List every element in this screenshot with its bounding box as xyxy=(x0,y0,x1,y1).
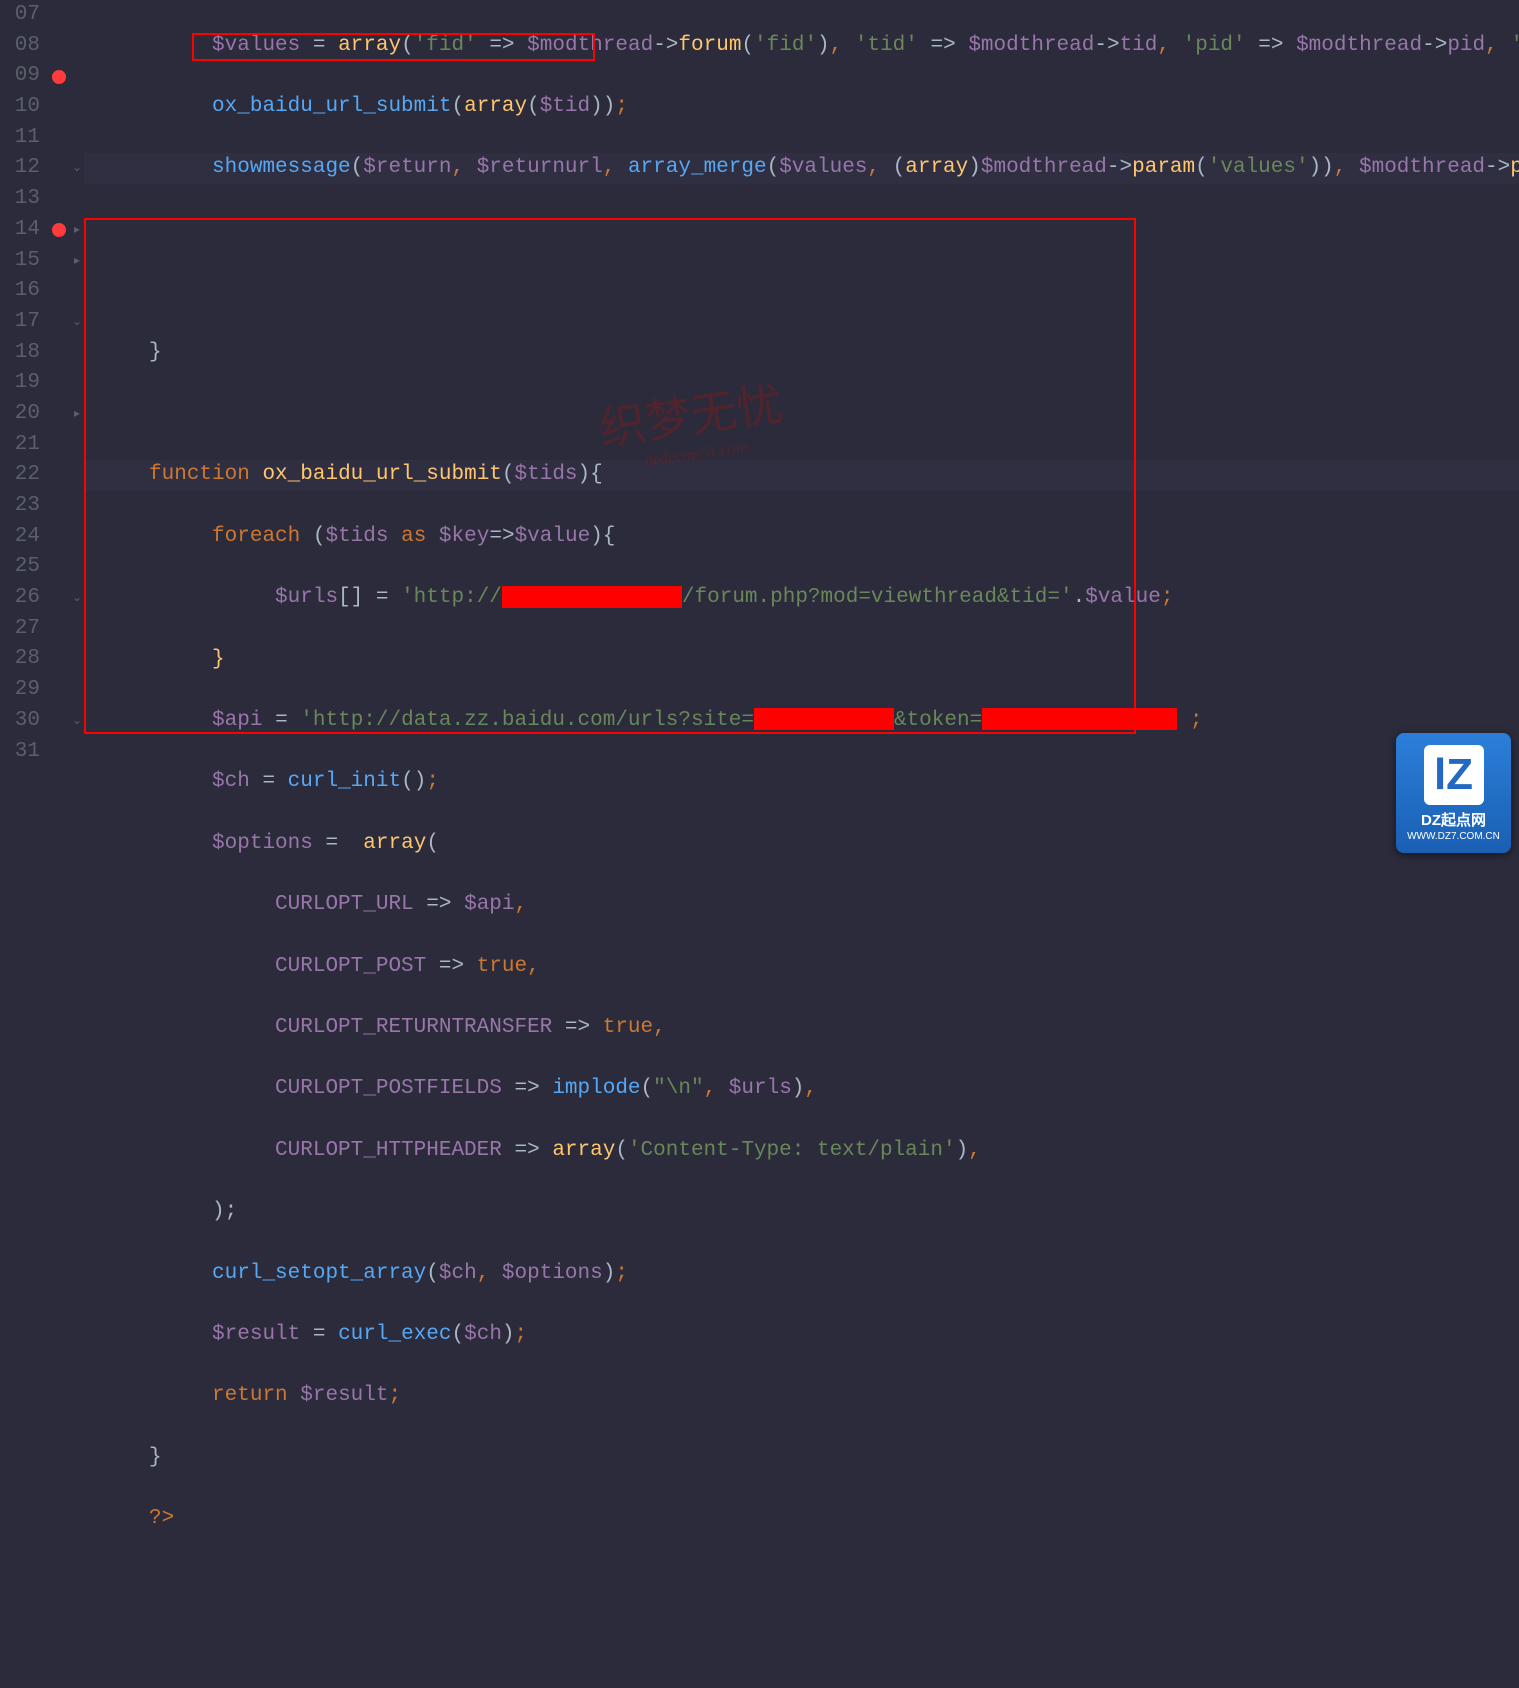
line-number: 09 xyxy=(0,61,40,92)
breakpoint-marker[interactable] xyxy=(48,61,70,92)
code-line[interactable]: CURLOPT_POST => true, xyxy=(84,952,1519,983)
badge-logo-icon: lZ xyxy=(1424,745,1484,805)
line-number: 27 xyxy=(0,614,40,645)
code-line[interactable]: ); xyxy=(84,1197,1519,1228)
line-number: 12 xyxy=(0,153,40,184)
code-line[interactable]: CURLOPT_URL => $api, xyxy=(84,890,1519,921)
line-number: 28 xyxy=(0,644,40,675)
code-line[interactable]: $urls[] = 'http:///forum.php?mod=viewthr… xyxy=(84,583,1519,614)
code-line[interactable]: CURLOPT_RETURNTRANSFER => true, xyxy=(84,1013,1519,1044)
code-line[interactable]: CURLOPT_HTTPHEADER => array('Content-Typ… xyxy=(84,1136,1519,1167)
redaction-block xyxy=(982,708,1177,730)
code-line[interactable]: return $result; xyxy=(84,1381,1519,1412)
code-line[interactable]: $api = 'http://data.zz.baidu.com/urls?si… xyxy=(84,706,1519,737)
line-number: 29 xyxy=(0,675,40,706)
line-number: 13 xyxy=(0,184,40,215)
redaction-block xyxy=(754,708,894,730)
breakpoint-gutter[interactable] xyxy=(48,0,70,861)
badge-url: WWW.DZ7.COM.CN xyxy=(1407,831,1500,842)
code-line[interactable]: foreach ($tids as $key=>$value){ xyxy=(84,522,1519,553)
fold-open-icon[interactable]: ▸ xyxy=(70,399,84,430)
code-line[interactable]: $values = array('fid' => $modthread->for… xyxy=(84,31,1519,62)
breakpoint-marker[interactable] xyxy=(48,215,70,246)
line-number: 18 xyxy=(0,338,40,369)
code-line[interactable]: $result = curl_exec($ch); xyxy=(84,1320,1519,1351)
fold-close-icon[interactable]: ⌄ xyxy=(70,706,84,737)
code-line[interactable] xyxy=(84,276,1519,307)
line-number: 20 xyxy=(0,399,40,430)
code-line[interactable]: } xyxy=(84,645,1519,676)
line-number: 08 xyxy=(0,31,40,62)
line-number: 16 xyxy=(0,276,40,307)
code-line[interactable]: } xyxy=(84,338,1519,369)
breakpoint-dot-icon xyxy=(52,223,66,237)
code-line[interactable]: $ch = curl_init(); xyxy=(84,767,1519,798)
fold-open-icon[interactable]: ▸ xyxy=(70,215,84,246)
line-number: 07 xyxy=(0,0,40,31)
code-line[interactable] xyxy=(84,399,1519,430)
line-number: 11 xyxy=(0,123,40,154)
code-line[interactable]: CURLOPT_POSTFIELDS => implode("\n", $url… xyxy=(84,1074,1519,1105)
fold-close-icon[interactable]: ⌄ xyxy=(70,583,84,614)
line-number: 25 xyxy=(0,552,40,583)
breakpoint-dot-icon xyxy=(52,70,66,84)
line-number: 19 xyxy=(0,368,40,399)
line-number: 26 xyxy=(0,583,40,614)
line-number: 31 xyxy=(0,737,40,768)
redaction-block xyxy=(502,586,682,608)
code-line[interactable]: ox_baidu_url_submit(array($tid)); xyxy=(84,92,1519,123)
line-number: 24 xyxy=(0,522,40,553)
line-number: 15 xyxy=(0,246,40,277)
fold-gutter[interactable]: ⌄ ▸ ▸ ⌄ ▸ ⌄ ⌄ xyxy=(70,0,84,861)
badge-title: DZ起点网 xyxy=(1421,809,1486,830)
line-number: 30 xyxy=(0,706,40,737)
code-line[interactable] xyxy=(84,215,1519,246)
fold-close-icon[interactable]: ⌄ xyxy=(70,153,84,184)
fold-close-icon[interactable]: ⌄ xyxy=(70,307,84,338)
code-line[interactable]: ?> xyxy=(84,1504,1519,1535)
code-line[interactable]: } xyxy=(84,1443,1519,1474)
line-number: 17 xyxy=(0,307,40,338)
code-line[interactable]: $options = array( xyxy=(84,829,1519,860)
code-line[interactable]: showmessage($return, $returnurl, array_m… xyxy=(84,153,1519,184)
code-editor[interactable]: 07 08 09 10 11 12 13 14 15 16 17 18 19 2… xyxy=(0,0,1519,861)
line-number-gutter: 07 08 09 10 11 12 13 14 15 16 17 18 19 2… xyxy=(0,0,48,861)
line-number: 21 xyxy=(0,430,40,461)
line-number: 22 xyxy=(0,460,40,491)
code-line[interactable]: function ox_baidu_url_submit($tids){ xyxy=(84,460,1519,491)
line-number: 23 xyxy=(0,491,40,522)
code-area[interactable]: $values = array('fid' => $modthread->for… xyxy=(84,0,1519,861)
site-badge: lZ DZ起点网 WWW.DZ7.COM.CN xyxy=(1396,733,1511,853)
fold-open-icon[interactable]: ▸ xyxy=(70,246,84,277)
line-number: 10 xyxy=(0,92,40,123)
line-number: 14 xyxy=(0,215,40,246)
code-line[interactable]: curl_setopt_array($ch, $options); xyxy=(84,1259,1519,1290)
